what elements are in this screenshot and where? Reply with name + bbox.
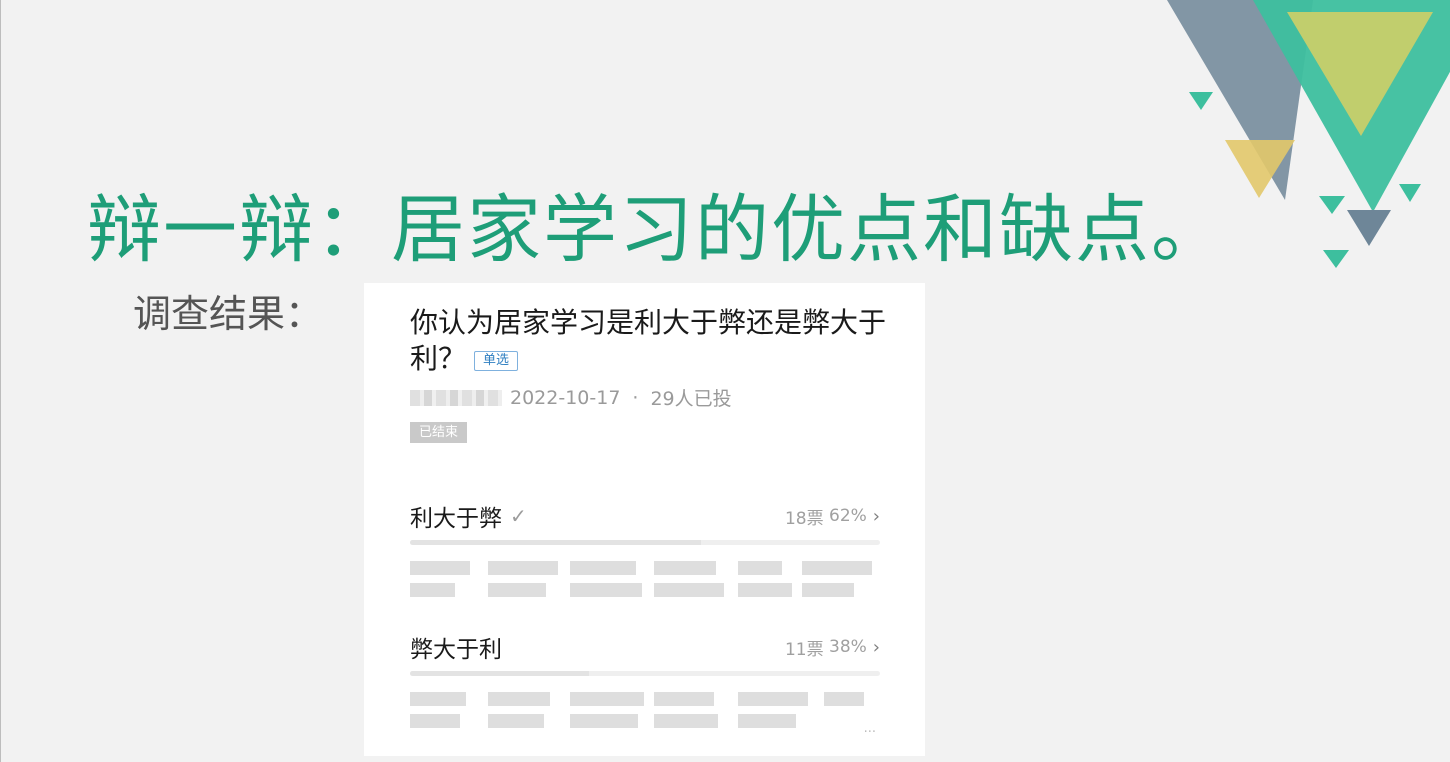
voter-count: 29人已投 [650, 388, 732, 410]
check-icon: ✓ [510, 504, 527, 528]
single-choice-tag: 单选 [474, 351, 519, 371]
slide-title: 辩一辩：居家学习的优点和缺点。 [87, 187, 1227, 273]
slide: 辩一辩：居家学习的优点和缺点。 调查结果： 你认为居家学习是利大于弊还是弊大于利… [0, 0, 1450, 762]
option-stats[interactable]: 18票 62% › [785, 504, 880, 529]
status-badge: 已结束 [410, 422, 468, 443]
poll-card: 你认为居家学习是利大于弊还是弊大于利？ 单选 2022-10-17 · 29人已投… [364, 283, 925, 756]
option-progress-fill [410, 671, 589, 676]
poll-question: 你认为居家学习是利大于弊还是弊大于利？ 单选 [410, 305, 900, 377]
blurred-voter-list [410, 553, 880, 605]
poll-date: 2022-10-17 [510, 386, 621, 409]
option-stats[interactable]: 11票 38% › [785, 635, 880, 660]
blurred-voter-list: ... [410, 684, 880, 736]
option-votes: 18票 [784, 508, 824, 529]
option-label: 弊大于利 [410, 637, 502, 663]
poll-meta: 2022-10-17 · 29人已投 [410, 384, 732, 411]
more-voters-ellipsis[interactable]: ... [864, 721, 876, 736]
blurred-author [410, 389, 502, 406]
option-label: 利大于弊 [410, 506, 502, 532]
option-progress-bar [410, 540, 880, 545]
option-percent: 62% [829, 506, 867, 526]
chevron-right-icon[interactable]: › [873, 506, 880, 527]
option-progress-fill [410, 540, 702, 545]
poll-option[interactable]: 利大于弊 ✓ 18票 62% › [410, 500, 880, 605]
survey-results-label: 调查结果： [133, 292, 324, 336]
chevron-right-icon[interactable]: › [873, 637, 880, 658]
poll-option[interactable]: 弊大于利 11票 38% › ... [410, 631, 880, 736]
separator-dot: · [632, 386, 639, 409]
option-votes: 11票 [784, 639, 824, 660]
option-progress-bar [410, 671, 880, 676]
option-percent: 38% [829, 637, 867, 657]
